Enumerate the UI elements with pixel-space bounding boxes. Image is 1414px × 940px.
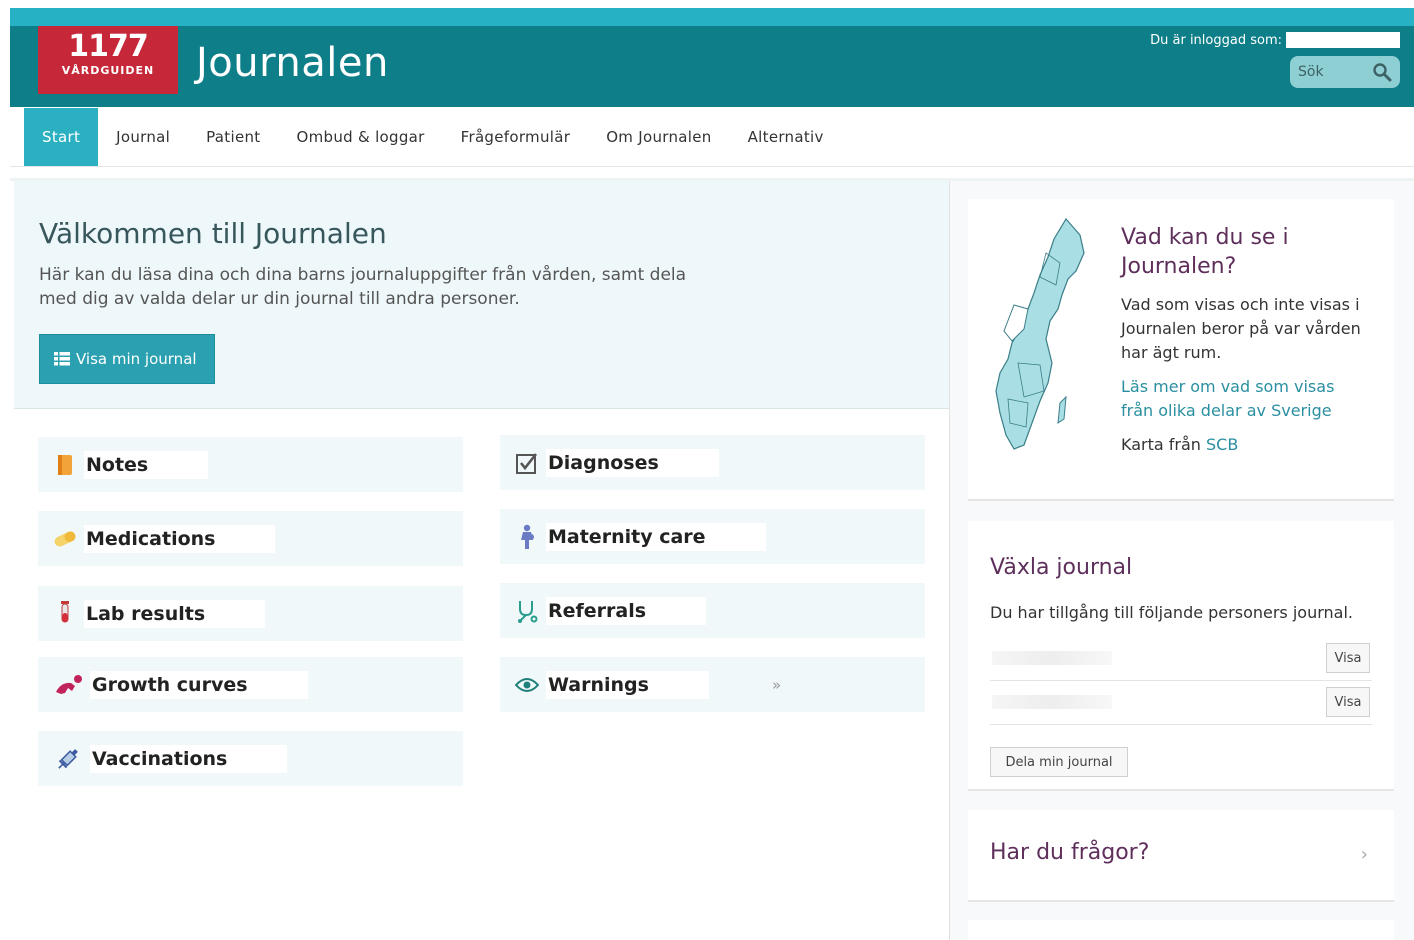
faq-heading: Har du frågor? — [990, 840, 1150, 865]
logo-text: VÅRDGUIDEN — [61, 64, 155, 77]
login-status: Du är inloggad som: — [1150, 32, 1400, 48]
switch-journal-card: Växla journal Du har tillgång till följa… — [968, 521, 1394, 791]
crawling-baby-icon — [52, 672, 84, 698]
username-mask — [1286, 32, 1400, 48]
person-row: Visa — [990, 639, 1372, 681]
chevron-right-icon: › — [1360, 844, 1368, 865]
eye-icon — [514, 672, 540, 698]
top-strip — [10, 8, 1414, 26]
tile-lab-results[interactable]: Lab results — [38, 586, 463, 641]
welcome-heading: Välkommen till Journalen — [39, 217, 387, 250]
show-person-button[interactable]: Visa — [1326, 687, 1370, 717]
test-tube-icon — [52, 600, 78, 627]
tile-warnings[interactable]: Warnings » — [500, 657, 925, 712]
nav-alternativ[interactable]: Alternativ — [730, 108, 842, 166]
map-source: Karta från SCB — [1121, 435, 1238, 454]
welcome-text: Här kan du läsa dina och dina barns jour… — [39, 265, 687, 309]
tile-maternity-care-label: Maternity care — [546, 522, 766, 551]
scb-link[interactable]: SCB — [1206, 435, 1238, 454]
search-box[interactable]: Sök — [1290, 56, 1400, 88]
tile-warnings-label: Warnings — [546, 670, 709, 699]
nav-ombud-loggar[interactable]: Ombud & loggar — [278, 108, 442, 166]
login-text: Du är inloggad som: — [1150, 32, 1282, 48]
warnings-chevron-icon: » — [772, 675, 782, 694]
share-journal-button[interactable]: Dela min journal — [990, 747, 1128, 777]
switch-journal-heading: Växla journal — [990, 555, 1133, 580]
pregnant-woman-icon — [514, 524, 540, 550]
map-card-text: Vad som visas och inte visas i Journalen… — [1121, 295, 1361, 362]
tile-growth-curves[interactable]: Growth curves — [38, 657, 463, 712]
map-card: Vad kan du se i Journalen? Vad som visas… — [968, 199, 1394, 501]
welcome-panel: Välkommen till Journalen Här kan du läsa… — [14, 181, 949, 409]
next-card-stub — [968, 920, 1394, 940]
tile-notes-label: Notes — [84, 450, 209, 479]
nav-journal[interactable]: Journal — [98, 108, 188, 166]
search-input[interactable]: Sök — [1298, 64, 1324, 80]
stethoscope-icon — [514, 598, 540, 624]
pill-icon — [52, 526, 78, 552]
logo-number: 1177 — [68, 29, 149, 64]
nav-divider — [10, 166, 1414, 167]
search-icon[interactable] — [1372, 62, 1392, 82]
nav-patient[interactable]: Patient — [188, 108, 278, 166]
tile-diagnoses[interactable]: Diagnoses — [500, 435, 925, 490]
tile-growth-curves-label: Growth curves — [90, 670, 308, 699]
site-header: 1177 VÅRDGUIDEN Journalen Du är inloggad… — [10, 26, 1414, 107]
tile-referrals-label: Referrals — [546, 596, 707, 625]
app-title: Journalen — [196, 40, 389, 86]
tile-referrals[interactable]: Referrals — [500, 583, 925, 638]
person-name-redacted — [992, 651, 1112, 665]
tile-maternity-care[interactable]: Maternity care — [500, 509, 925, 564]
checkbox-icon — [514, 450, 540, 476]
column-divider — [949, 181, 950, 940]
person-row: Visa — [990, 683, 1372, 725]
notebook-icon — [52, 452, 78, 478]
list-icon — [54, 352, 70, 366]
switch-journal-text: Du har tillgång till följande personers … — [990, 603, 1353, 622]
syringe-icon — [52, 746, 84, 772]
tile-notes[interactable]: Notes — [38, 437, 463, 492]
nav-frageformular[interactable]: Frågeformulär — [443, 108, 589, 166]
map-card-link[interactable]: Läs mer om vad som visas från olika dela… — [1121, 375, 1371, 423]
show-person-button[interactable]: Visa — [1326, 643, 1370, 673]
tile-diagnoses-label: Diagnoses — [546, 448, 719, 477]
nav-om-journalen[interactable]: Om Journalen — [588, 108, 729, 166]
main-nav: Start Journal Patient Ombud & loggar Frå… — [24, 108, 842, 166]
tile-medications-label: Medications — [84, 524, 276, 553]
faq-card[interactable]: Har du frågor? › — [968, 810, 1394, 902]
sweden-map-icon — [995, 217, 1085, 450]
person-name-redacted — [992, 695, 1112, 709]
nav-start[interactable]: Start — [24, 108, 99, 166]
map-source-prefix: Karta från — [1121, 435, 1201, 454]
show-journal-label: Visa min journal — [76, 350, 197, 368]
map-card-heading: Vad kan du se i Journalen? — [1121, 225, 1289, 279]
tile-vaccinations-label: Vaccinations — [90, 744, 288, 773]
tile-vaccinations[interactable]: Vaccinations — [38, 731, 463, 786]
vardguiden-logo[interactable]: 1177 VÅRDGUIDEN — [38, 26, 178, 94]
tile-medications[interactable]: Medications — [38, 511, 463, 566]
tile-lab-results-label: Lab results — [84, 599, 266, 628]
show-journal-button[interactable]: Visa min journal — [39, 334, 215, 384]
